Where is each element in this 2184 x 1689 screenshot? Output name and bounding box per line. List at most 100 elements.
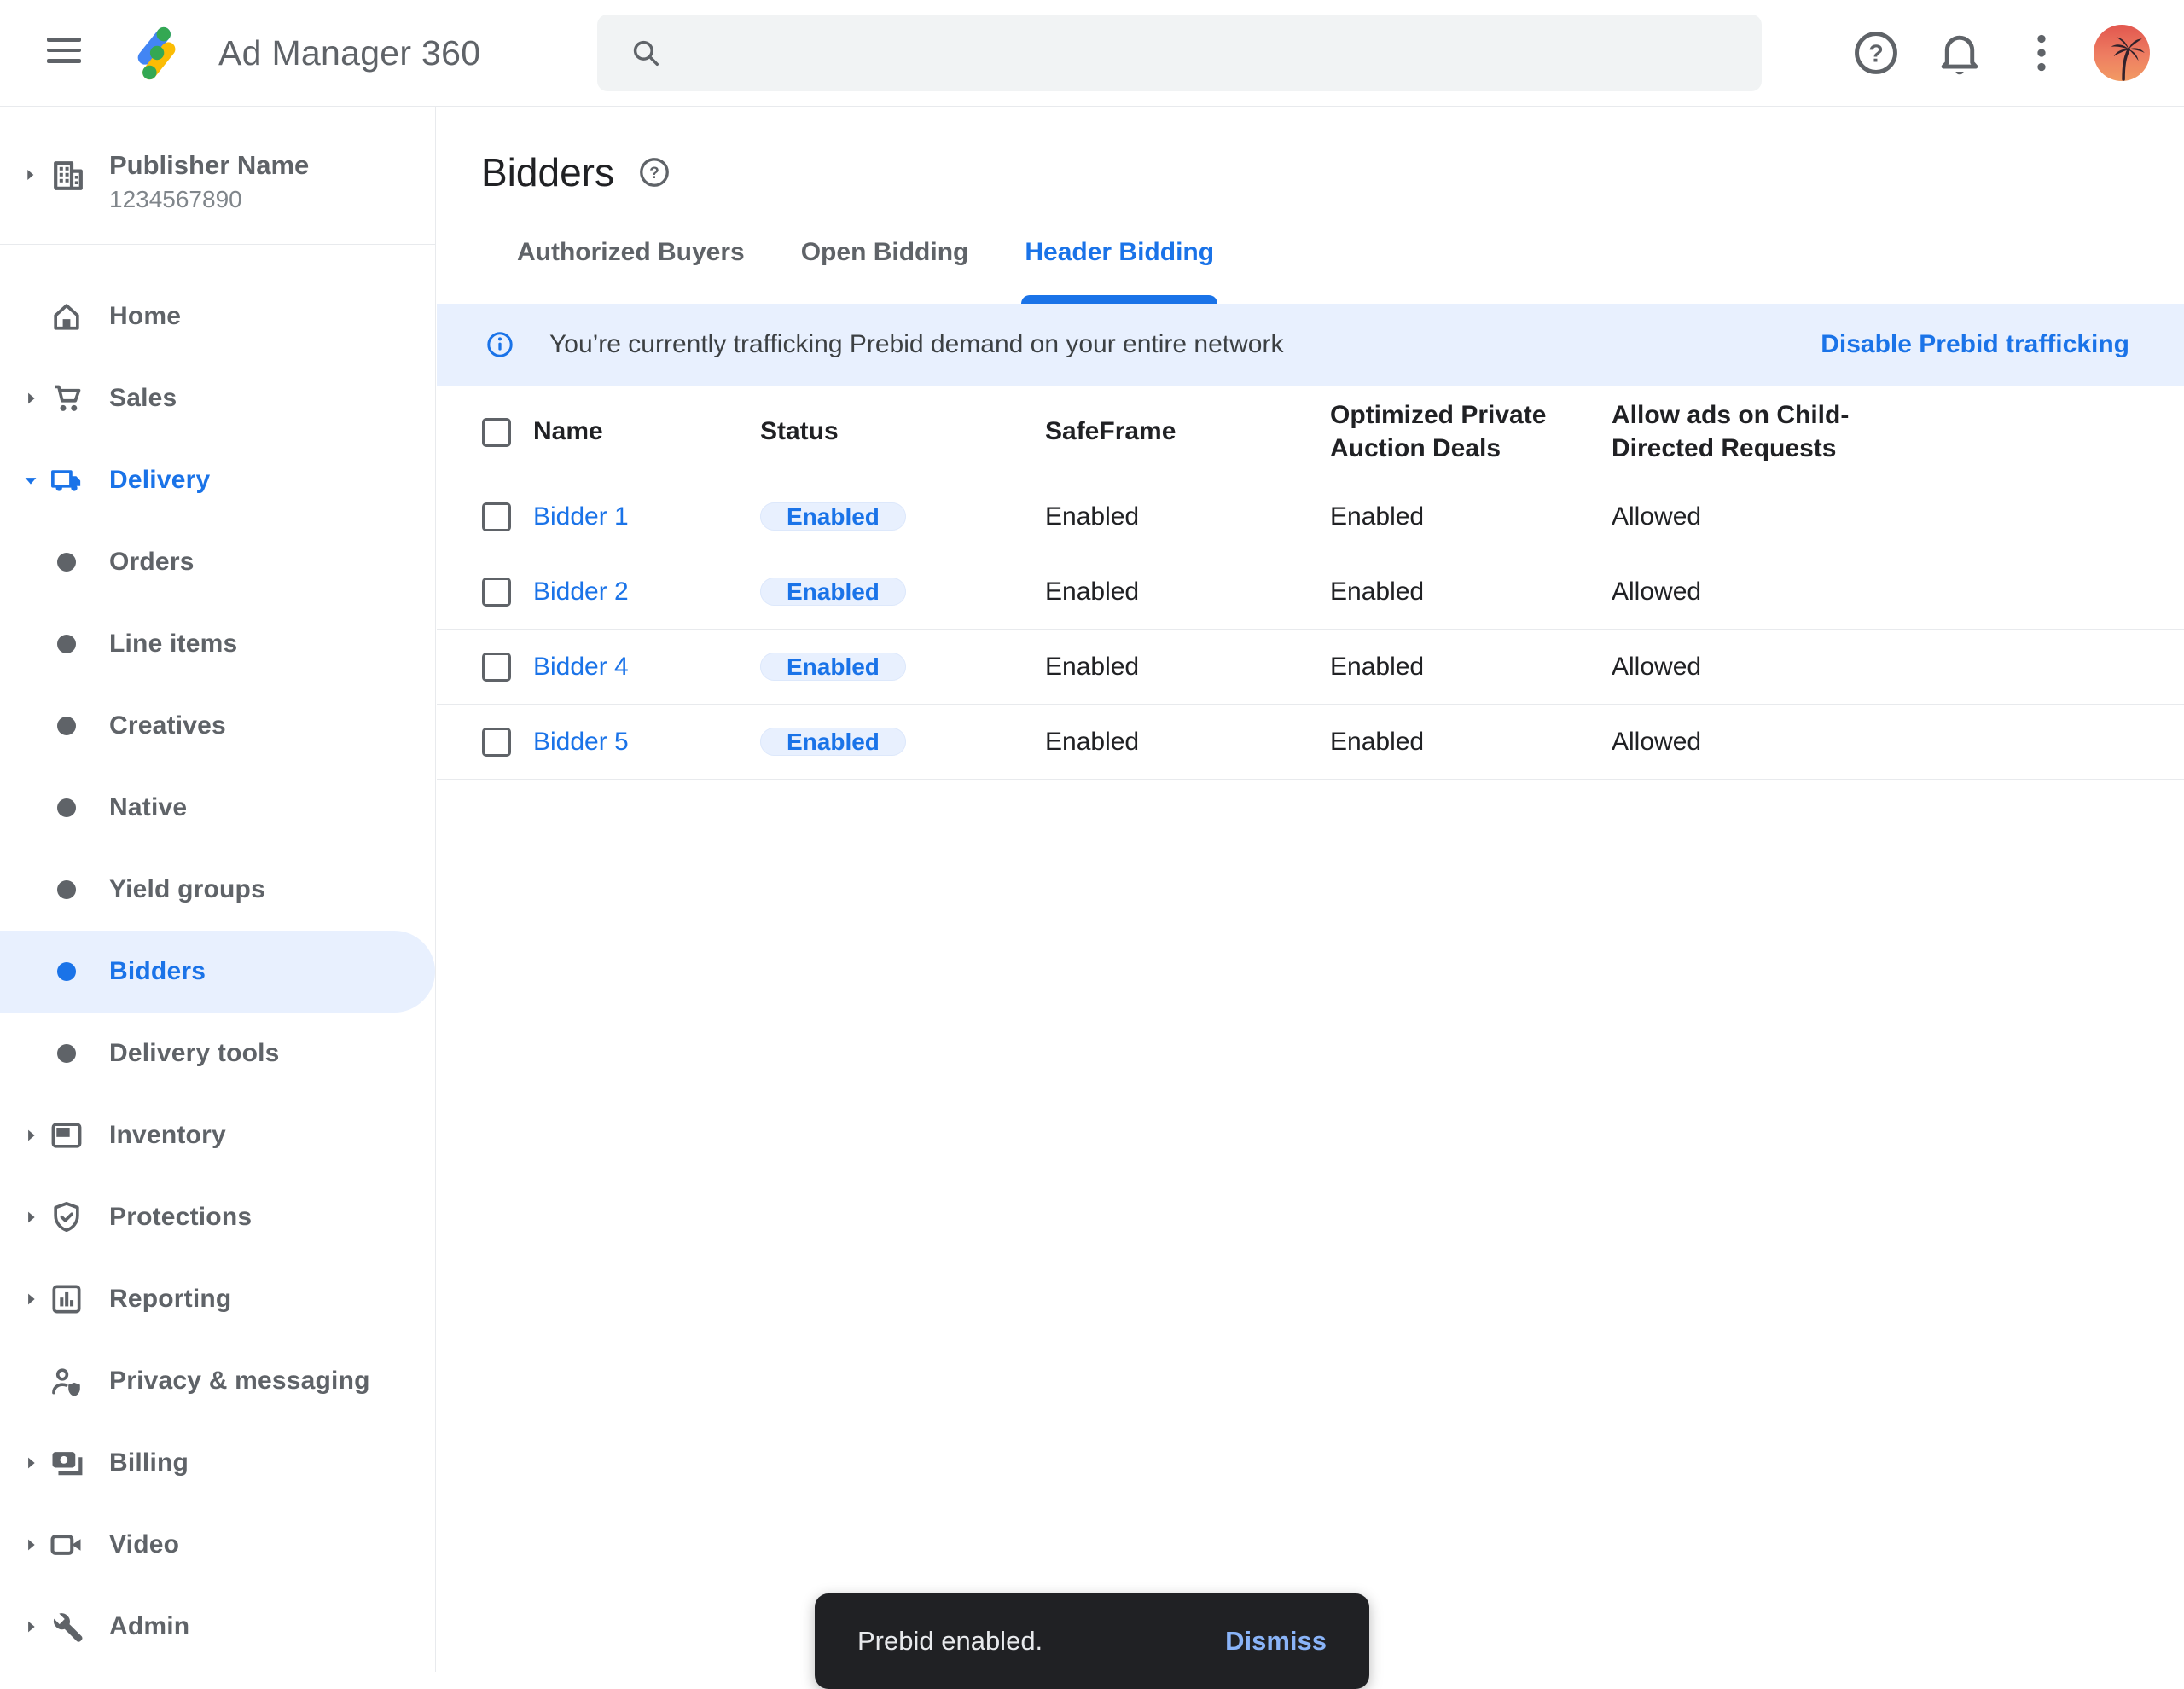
sidebar-item-label: Home [109,302,181,331]
inventory-icon [48,1117,85,1154]
sidebar-item-label: Billing [109,1448,189,1477]
child-directed-value: Allowed [1612,502,2184,531]
status-badge: Enabled [760,502,906,531]
tab-open-bidding[interactable]: Open Bidding [779,201,991,304]
privacy-icon [48,1362,85,1400]
search-input[interactable] [689,38,1736,68]
publisher-id: 1234567890 [109,186,242,213]
row-checkbox[interactable] [482,502,511,531]
tab-authorized-buyers[interactable]: Authorized Buyers [495,201,767,304]
account-avatar[interactable] [2094,25,2150,81]
chevron-right-icon [19,1205,43,1229]
sidebar-item-delivery[interactable]: Delivery [0,439,435,521]
optimized-private-auction-deals-value: Enabled [1330,502,1612,531]
home-icon [48,298,85,335]
bidder-name-link[interactable]: Bidder 4 [533,653,629,681]
sidebar-item-billing[interactable]: Billing [0,1422,435,1504]
disable-prebid-trafficking-link[interactable]: Disable Prebid trafficking [1821,330,2129,359]
sidebar-item-label: Admin [109,1612,189,1641]
prebid-banner: You’re currently trafficking Prebid dema… [437,304,2184,386]
bullet-icon [48,871,85,908]
building-icon [48,155,89,196]
svg-text:?: ? [649,165,659,183]
cart-icon [48,380,85,417]
table-header-row: Name Status SafeFrame Optimized Private … [437,386,2184,479]
sidebar-item-privacy-messaging[interactable]: Privacy & messaging [0,1340,435,1422]
table-row-bidder-2: Bidder 2EnabledEnabledEnabledAllowed [437,554,2184,630]
toast-dismiss-button[interactable]: Dismiss [1225,1626,1327,1657]
sidebar-item-delivery-tools[interactable]: Delivery tools [0,1013,435,1094]
toast: Prebid enabled. Dismiss [815,1593,1369,1689]
sidebar-item-protections[interactable]: Protections [0,1176,435,1258]
sidebar-item-label: Line items [109,630,237,659]
bullet-icon [48,789,85,827]
search-icon [628,35,664,71]
more-options-icon[interactable] [2015,26,2068,79]
bidder-name-link[interactable]: Bidder 1 [533,502,629,531]
help-icon[interactable]: ? [1850,26,1902,79]
global-search-bar[interactable] [597,15,1762,91]
sidebar-item-label: Protections [109,1203,252,1232]
ad-manager-logo-icon [126,23,186,83]
row-checkbox[interactable] [482,578,511,607]
chevron-right-icon [19,164,41,186]
report-icon [48,1280,85,1318]
safeframe-value: Enabled [1045,728,1330,757]
chevron-right-icon [19,1287,43,1311]
column-header-safeframe: SafeFrame [1045,415,1286,448]
top-app-bar: Ad Manager 360 ? [0,0,2184,107]
table-row-bidder-1: Bidder 1EnabledEnabledEnabledAllowed [437,479,2184,554]
tab-header-bidding[interactable]: Header Bidding [1002,201,1236,304]
toast-message: Prebid enabled. [857,1626,1043,1657]
sidebar-item-label: Yield groups [109,875,265,904]
sidebar-item-native[interactable]: Native [0,767,435,849]
bullet-icon [48,707,85,745]
chevron-right-icon [19,1533,43,1557]
row-checkbox[interactable] [482,728,511,757]
notifications-icon[interactable] [1933,26,1986,79]
sidebar-item-home[interactable]: Home [0,276,435,357]
main-content: Bidders ? Authorized BuyersOpen BiddingH… [437,107,2184,1672]
optimized-private-auction-deals-value: Enabled [1330,728,1612,757]
optimized-private-auction-deals-value: Enabled [1330,653,1612,682]
child-directed-value: Allowed [1612,728,2184,757]
publisher-switcher[interactable]: Publisher Name 1234567890 [0,107,435,245]
child-directed-value: Allowed [1612,653,2184,682]
chevron-right-icon [19,1615,43,1639]
bidder-name-link[interactable]: Bidder 5 [533,728,629,756]
sidebar-item-yield-groups[interactable]: Yield groups [0,849,435,931]
status-badge: Enabled [760,578,906,606]
column-header-optimized-private-auction-deals: Optimized Private Auction Deals [1330,399,1571,465]
sidebar-item-reporting[interactable]: Reporting [0,1258,435,1340]
chevron-right-icon [19,386,43,410]
sidebar-item-label: Inventory [109,1121,226,1150]
bidder-name-link[interactable]: Bidder 2 [533,578,629,606]
sidebar-item-inventory[interactable]: Inventory [0,1094,435,1176]
sidebar-item-sales[interactable]: Sales [0,357,435,439]
sidebar-item-orders[interactable]: Orders [0,521,435,603]
sidebar-item-label: Bidders [109,957,206,986]
chevron-right-icon [19,1451,43,1475]
publisher-name: Publisher Name [109,150,309,181]
sidebar-item-label: Delivery tools [109,1039,280,1068]
table-row-bidder-4: Bidder 4EnabledEnabledEnabledAllowed [437,630,2184,705]
select-all-checkbox[interactable] [482,418,511,447]
sidebar-item-bidders[interactable]: Bidders [0,931,435,1013]
sidebar-item-video[interactable]: Video [0,1504,435,1586]
safeframe-value: Enabled [1045,502,1330,531]
row-checkbox[interactable] [482,653,511,682]
page-help-icon[interactable]: ? [636,154,672,190]
info-icon [485,329,515,360]
svg-text:?: ? [1868,40,1883,67]
page-title: Bidders [481,149,614,195]
bullet-icon [48,625,85,663]
sidebar-item-creatives[interactable]: Creatives [0,685,435,767]
safeframe-value: Enabled [1045,578,1330,607]
menu-icon[interactable] [47,38,81,70]
status-badge: Enabled [760,728,906,756]
sidebar-item-label: Privacy & messaging [109,1367,370,1396]
table-body: Bidder 1EnabledEnabledEnabledAllowedBidd… [437,479,2184,780]
tab-bar: Authorized BuyersOpen BiddingHeader Bidd… [437,201,2184,304]
sidebar-item-admin[interactable]: Admin [0,1586,435,1668]
sidebar-item-line-items[interactable]: Line items [0,603,435,685]
